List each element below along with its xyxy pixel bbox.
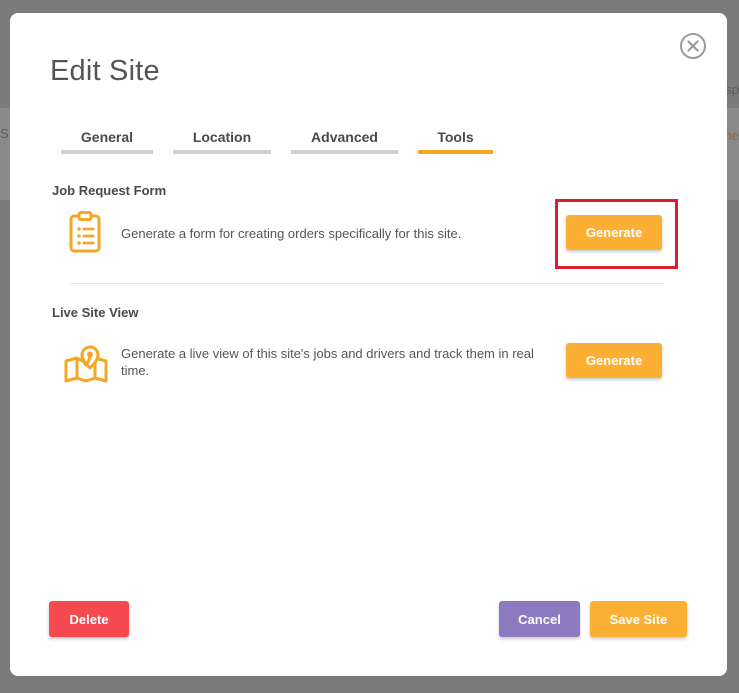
tab-general[interactable]: General (61, 128, 153, 154)
map-pin-icon (64, 345, 108, 383)
tab-location[interactable]: Location (173, 128, 271, 154)
live-site-view-description: Generate a live view of this site's jobs… (121, 346, 534, 378)
background-text-right-top: sp (725, 82, 739, 97)
save-site-button[interactable]: Save Site (590, 601, 687, 637)
tab-tools[interactable]: Tools (418, 128, 493, 154)
close-button[interactable] (680, 33, 706, 59)
background-text-left: S (0, 126, 9, 141)
tab-advanced[interactable]: Advanced (291, 128, 398, 154)
modal-title: Edit Site (50, 55, 160, 87)
live-site-view-heading: Live Site View (52, 305, 139, 320)
cancel-button[interactable]: Cancel (499, 601, 580, 637)
delete-button[interactable]: Delete (49, 601, 129, 637)
generate-live-site-view-button[interactable]: Generate (566, 343, 662, 378)
clipboard-list-icon (69, 211, 101, 253)
generate-job-request-form-button[interactable]: Generate (566, 215, 662, 250)
section-divider (70, 283, 664, 284)
edit-site-modal: Edit Site General Location Advanced Tool… (10, 13, 727, 676)
close-circle-icon (687, 40, 699, 52)
job-request-form-description: Generate a form for creating orders spec… (121, 226, 462, 241)
job-request-form-heading: Job Request Form (52, 183, 167, 198)
